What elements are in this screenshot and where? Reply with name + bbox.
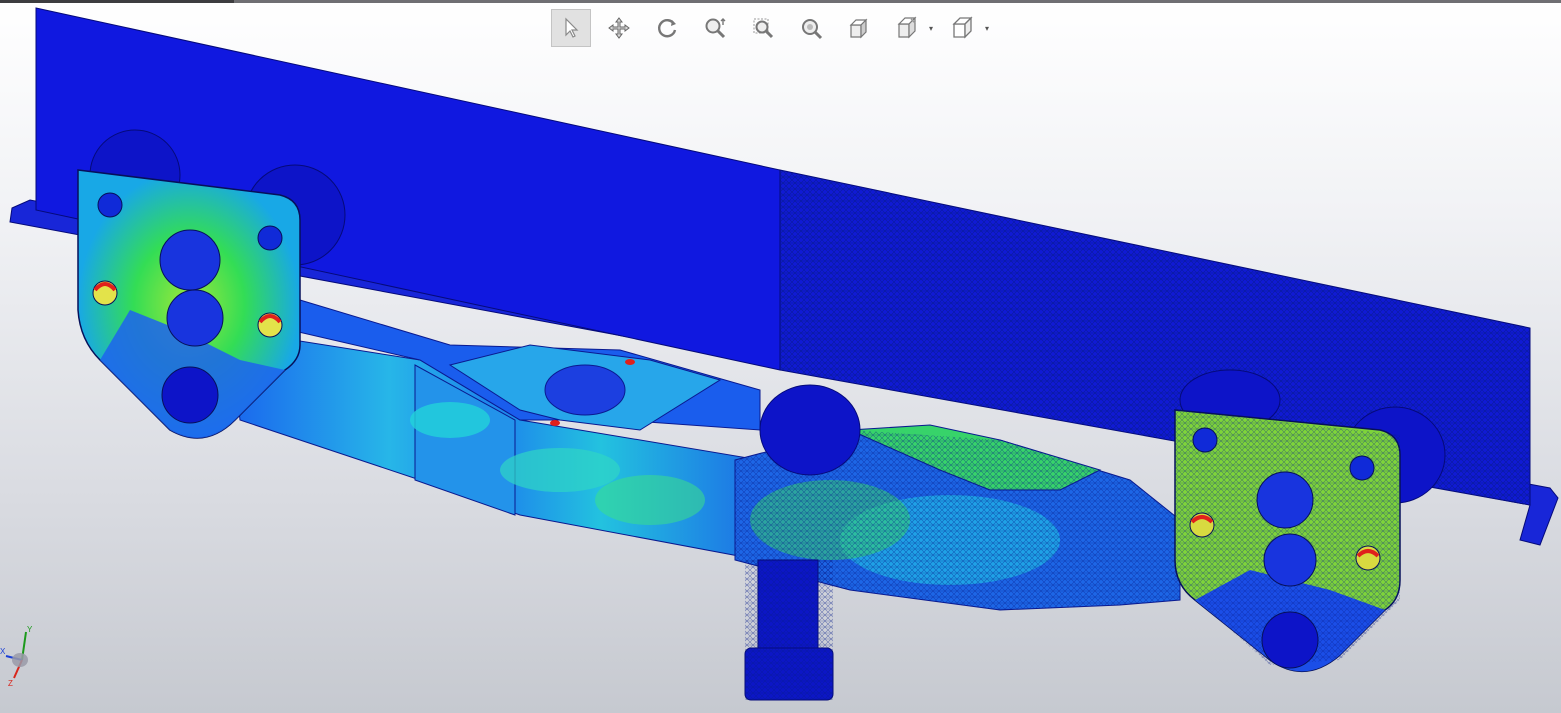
display-style-button[interactable] <box>887 9 927 47</box>
zoom-window-button[interactable] <box>743 9 783 47</box>
support-post-mesh-overlay <box>745 560 833 700</box>
stress-hotspot-arm-1 <box>410 402 490 438</box>
triad-origin-sphere <box>12 653 28 667</box>
pan-icon <box>608 17 630 39</box>
left-bracket-axle-hole-upper <box>159 229 221 291</box>
zoom-tool-button[interactable] <box>695 9 735 47</box>
view-cube-button[interactable] <box>943 9 983 47</box>
rotate-tool-button[interactable] <box>647 9 687 47</box>
chevron-down-icon: ▾ <box>985 23 990 33</box>
stress-hotspot-arm-2 <box>500 448 620 492</box>
zoom-window-icon <box>753 18 774 39</box>
left-bracket-pivot-pin <box>161 366 219 424</box>
triad-z-label: Z <box>8 679 13 688</box>
display-style-dropdown[interactable]: ▾ <box>887 9 933 47</box>
coordinate-triad: Y X Z <box>0 625 33 688</box>
display-style-icon <box>897 16 917 39</box>
right-roller-left <box>759 384 861 476</box>
rotate-icon <box>658 19 677 38</box>
chevron-down-icon: ▾ <box>929 23 934 33</box>
stress-hotspot-arm-3 <box>595 475 705 525</box>
select-tool-button[interactable] <box>551 9 591 47</box>
zoom-fit-button[interactable] <box>791 9 831 47</box>
left-bracket-axle-hole-lower <box>166 289 224 347</box>
right-bracket-axle-hole-upper <box>1256 471 1314 529</box>
triad-x-label: X <box>0 647 6 656</box>
right-bracket-pivot-pin <box>1261 611 1319 669</box>
view-cube-dropdown[interactable]: ▾ <box>943 9 989 47</box>
right-bracket-axle-hole-lower <box>1263 533 1317 587</box>
stress-hotspot-red-1 <box>625 359 635 365</box>
right-bracket-bolt-hole-1 <box>1192 427 1218 453</box>
zoom-icon <box>705 18 726 39</box>
model-viewport[interactable] <box>0 0 1561 713</box>
right-bracket-bolt-hole-2 <box>1349 455 1375 481</box>
zoom-fit-icon <box>802 19 823 40</box>
left-bracket-bolt-hole-2 <box>257 225 283 251</box>
view-toolbar: ▾ ▾ <box>551 8 999 48</box>
arm-fork-hole <box>544 364 626 416</box>
cursor-icon <box>565 17 579 38</box>
pan-tool-button[interactable] <box>599 9 639 47</box>
view-orientation-icon <box>849 18 868 39</box>
triad-y-label: Y <box>27 625 33 634</box>
stress-hotspot-red-2 <box>550 420 560 426</box>
view-orientation-button[interactable] <box>839 9 879 47</box>
cube-icon <box>952 16 973 39</box>
left-bracket-bolt-hole-1 <box>97 192 123 218</box>
